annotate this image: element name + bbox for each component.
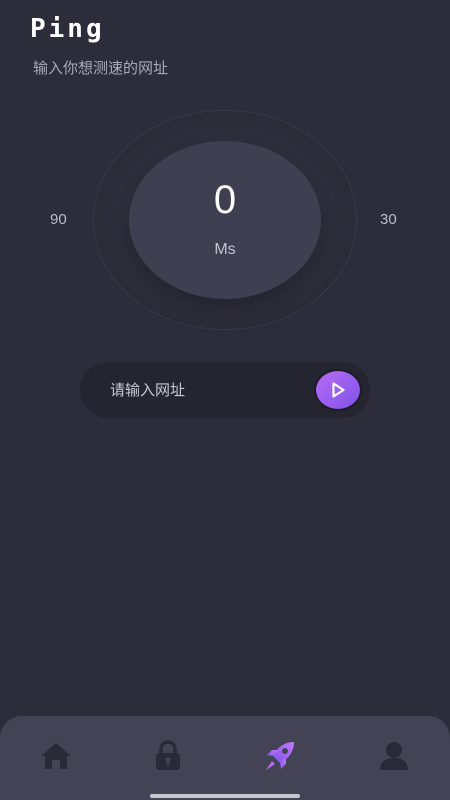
scale-label-left: 90: [50, 211, 67, 228]
tab-home[interactable]: [36, 736, 76, 776]
lock-icon: [156, 740, 180, 770]
home-icon: [41, 743, 71, 769]
home-indicator: [150, 794, 300, 798]
ping-unit: Ms: [214, 241, 236, 258]
app-subtitle: 输入你想测速的网址: [33, 59, 169, 77]
tab-speedtest[interactable]: [260, 736, 300, 776]
rocket-icon: [266, 742, 294, 770]
ping-screen: Ping 输入你想测速的网址 0 Ms 90 30: [0, 0, 450, 800]
tab-lock[interactable]: [148, 736, 188, 776]
scale-label-right: 30: [380, 211, 397, 228]
play-icon: [332, 382, 345, 398]
ping-value: 0: [213, 178, 237, 222]
tab-profile[interactable]: [374, 736, 414, 776]
url-input[interactable]: [110, 375, 300, 405]
start-ping-button[interactable]: [314, 369, 362, 411]
user-icon: [380, 742, 408, 770]
app-title: Ping: [30, 14, 105, 44]
